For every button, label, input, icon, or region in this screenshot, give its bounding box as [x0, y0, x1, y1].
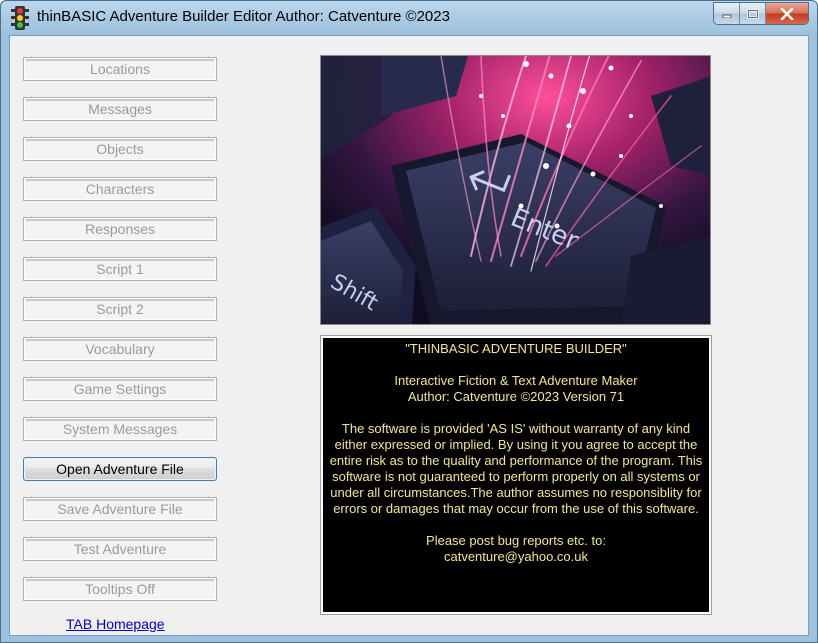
about-email: catventure@yahoo.co.uk [443, 549, 588, 564]
script-2-button[interactable]: Script 2 [23, 297, 217, 321]
vocabulary-button[interactable]: Vocabulary [23, 337, 217, 361]
about-disclaimer: The software is provided 'AS IS' without… [329, 421, 703, 516]
script-1-button[interactable]: Script 1 [23, 257, 217, 281]
client-area: Locations Messages Objects Characters Re… [9, 35, 809, 636]
messages-button[interactable]: Messages [23, 97, 217, 121]
about-bug-report: Please post bug reports etc. to: [426, 533, 606, 548]
about-panel: "THINBASIC ADVENTURE BUILDER" Interactiv… [320, 335, 712, 615]
system-messages-button[interactable]: System Messages [23, 417, 217, 441]
title-bar[interactable]: thinBASIC Adventure Builder Editor Autho… [1, 1, 817, 35]
app-window: thinBASIC Adventure Builder Editor Autho… [0, 0, 818, 643]
close-button[interactable] [766, 3, 808, 24]
objects-button[interactable]: Objects [23, 137, 217, 161]
about-subtitle: Interactive Fiction & Text Adventure Mak… [394, 373, 638, 388]
close-icon [780, 7, 794, 20]
save-adventure-file-button[interactable]: Save Adventure File [23, 497, 217, 521]
tab-homepage-link[interactable]: TAB Homepage [66, 616, 165, 632]
tooltips-off-button[interactable]: Tooltips Off [23, 577, 217, 601]
responses-button[interactable]: Responses [23, 217, 217, 241]
keyboard-fiber-optic-image: Enter Shift [321, 56, 710, 324]
maximize-button[interactable] [740, 3, 766, 24]
minimize-button[interactable] [714, 3, 740, 24]
characters-button[interactable]: Characters [23, 177, 217, 201]
splash-image: Enter Shift [320, 55, 711, 325]
traffic-light-icon [11, 6, 29, 30]
minimize-icon [722, 14, 731, 18]
maximize-icon [746, 8, 759, 19]
caption-buttons [713, 2, 809, 25]
about-author-version: Author: Catventure ©2023 Version 71 [407, 389, 625, 404]
window-title: thinBASIC Adventure Builder Editor Autho… [37, 8, 450, 25]
game-settings-button[interactable]: Game Settings [23, 377, 217, 401]
open-adventure-file-button[interactable]: Open Adventure File [23, 457, 217, 481]
test-adventure-button[interactable]: Test Adventure [23, 537, 217, 561]
about-title: "THINBASIC ADVENTURE BUILDER" [405, 341, 627, 356]
locations-button[interactable]: Locations [23, 57, 217, 81]
